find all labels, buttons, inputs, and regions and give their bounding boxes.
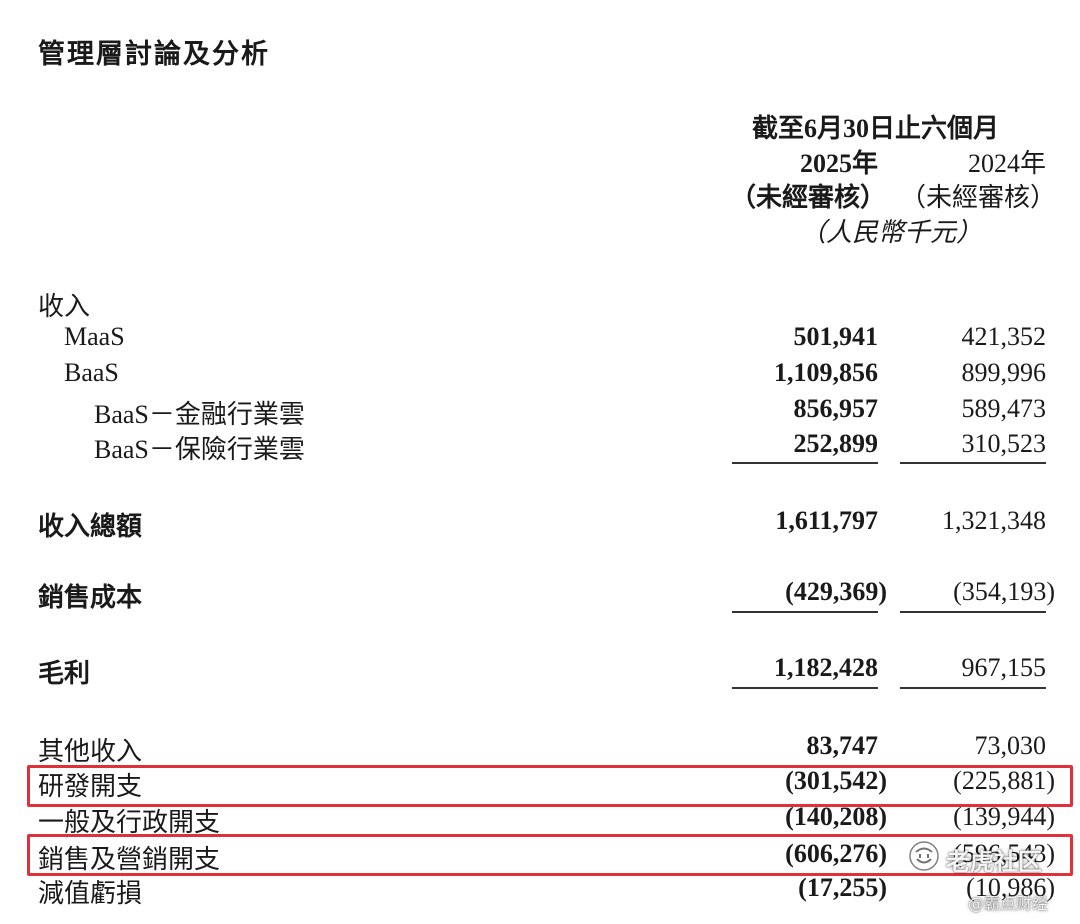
subtotal-rule: [732, 687, 878, 689]
watermark-main-text: 老虎社区: [946, 848, 1042, 876]
baas-finance-2024: 589,473: [961, 394, 1047, 423]
baas-2024: 899,996: [961, 358, 1047, 387]
baas-insurance-2024: 310,523: [961, 429, 1047, 458]
baas-insurance-2025: 252,899: [793, 429, 879, 458]
tiger-logo-icon: [909, 841, 939, 871]
cost-of-sales-2025: (429,369): [785, 577, 887, 606]
row-label-gross-profit: 毛利: [38, 659, 91, 688]
other-income-2024: 73,030: [974, 731, 1047, 760]
row-label-total-revenue: 收入總額: [38, 512, 143, 541]
row-label-cost-of-sales: 銷售成本: [38, 583, 143, 612]
total-revenue-2025: 1,611,797: [775, 506, 878, 535]
maas-2025: 501,941: [793, 322, 879, 351]
subtotal-rule: [732, 611, 878, 613]
subtotal-rule: [900, 611, 1046, 613]
row-label-baas-insurance: BaaS－保險行業雲: [94, 435, 305, 464]
period-header: 截至6月30日止六個月: [752, 114, 1000, 143]
other-income-2025: 83,747: [806, 731, 879, 760]
unit-label: （人民幣千元）: [800, 218, 983, 247]
revenue-heading: 收入: [38, 292, 91, 321]
col-2025-note: （未經審核）: [730, 183, 887, 212]
row-label-impairment: 減值虧損: [38, 879, 143, 908]
total-revenue-2024: 1,321,348: [942, 506, 1046, 535]
watermark-sub-text: @霸点财经: [968, 894, 1049, 913]
col-2024-note: （未經審核）: [900, 183, 1057, 212]
col-2024-year: 2024年: [967, 149, 1046, 178]
maas-2024: 421,352: [961, 322, 1047, 351]
subtotal-rule: [732, 462, 878, 464]
row-label-maas: MaaS: [64, 322, 125, 351]
gross-profit-2025: 1,182,428: [774, 653, 878, 682]
subtotal-rule: [900, 687, 1046, 689]
baas-finance-2025: 856,957: [793, 394, 879, 423]
baas-2025: 1,109,856: [774, 358, 878, 387]
cost-of-sales-2024: (354,193): [953, 577, 1055, 606]
page-title: 管理層討論及分析: [38, 39, 270, 70]
row-label-baas-finance: BaaS－金融行業雲: [94, 400, 305, 429]
row-label-baas: BaaS: [64, 358, 119, 387]
col-2025-year: 2025年: [799, 149, 878, 178]
row-label-other-income: 其他收入: [38, 737, 143, 766]
impairment-2025: (17,255): [798, 873, 887, 902]
highlight-box-rnd: [27, 765, 1073, 807]
gross-profit-2024: 967,155: [961, 653, 1047, 682]
subtotal-rule: [900, 462, 1046, 464]
